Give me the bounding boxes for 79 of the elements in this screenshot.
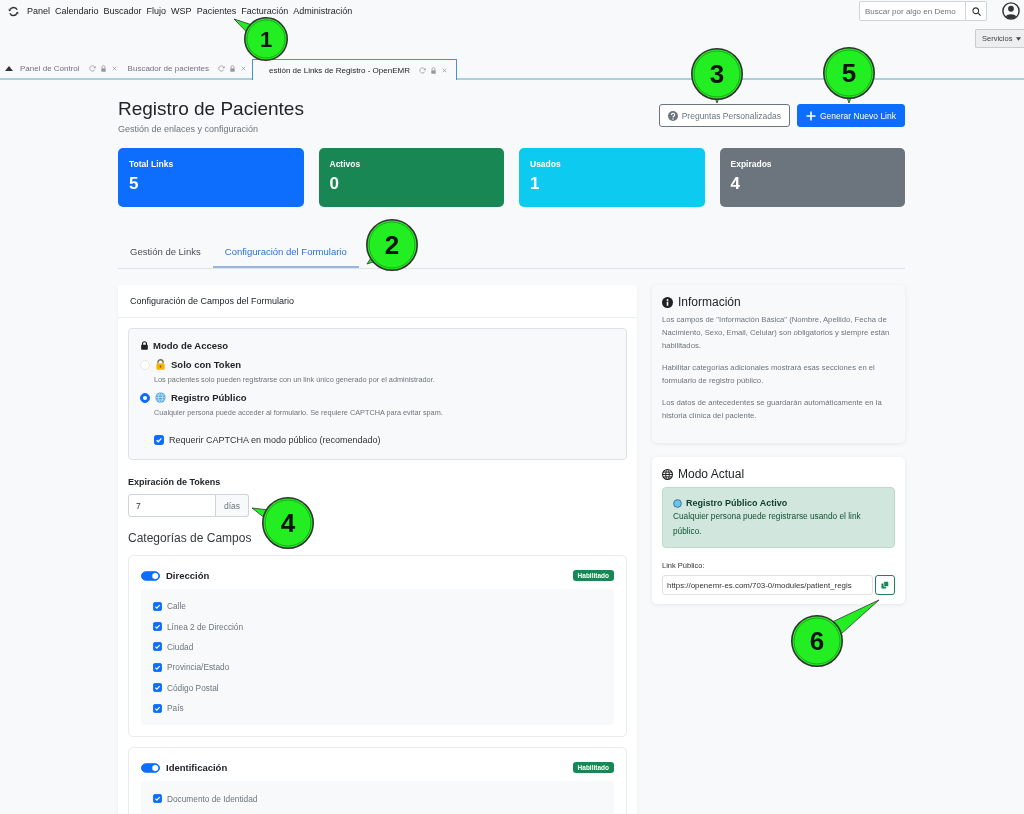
- card-header: Configuración de Campos del Formulario: [118, 285, 637, 318]
- option-label: Registro Público: [171, 392, 247, 403]
- checkbox[interactable]: [153, 662, 162, 672]
- option-label: Solo con Token: [171, 359, 242, 370]
- nav-menu-item[interactable]: Buscador: [103, 6, 142, 16]
- lock-icon[interactable]: [229, 65, 236, 72]
- browser-tab[interactable]: Buscador de pacientes: [122, 59, 252, 80]
- alert-title: Registro Público Activo: [686, 498, 788, 508]
- stat-value: 5: [129, 174, 140, 194]
- checkbox[interactable]: [153, 642, 162, 652]
- plus-icon: [805, 110, 816, 121]
- browser-tab[interactable]: estión de Links de Registro - OpenEMR: [252, 59, 457, 80]
- card-title: Información: [678, 295, 741, 309]
- checkbox[interactable]: [153, 622, 162, 632]
- circle-icon: [673, 498, 682, 508]
- search-button[interactable]: [966, 1, 987, 21]
- search-icon: [971, 6, 981, 16]
- globe-icon: [662, 468, 673, 480]
- nav-menu-item[interactable]: Panel: [27, 6, 51, 16]
- toggle-switch[interactable]: [141, 762, 160, 773]
- nav-menu-item[interactable]: Administración: [293, 6, 353, 16]
- circular-arrows-icon[interactable]: [8, 5, 19, 17]
- category-name: Identificación: [166, 762, 228, 774]
- section-tab[interactable]: Gestión de Links: [118, 237, 213, 268]
- stat-value: 0: [329, 174, 340, 194]
- user-avatar-icon[interactable]: [1002, 2, 1020, 20]
- field-option-label: Documento de Identidad: [167, 793, 258, 804]
- category-name: Dirección: [166, 570, 210, 581]
- question-circle-icon: [667, 110, 678, 121]
- copy-button[interactable]: [875, 575, 895, 595]
- stat-label: Activos: [329, 159, 362, 169]
- nav-menu-item[interactable]: Flujo: [146, 6, 167, 16]
- checkbox-label: Requerir CAPTCHA en modo público (recomendado): [169, 435, 381, 445]
- lock-icon[interactable]: [99, 65, 107, 72]
- nav-menu-item[interactable]: Pacientes: [196, 6, 237, 16]
- field-option-label: Línea 2 de Dirección: [167, 621, 244, 632]
- section-tab[interactable]: Configuración del Formulario: [212, 237, 359, 268]
- field-label: Expiración de Tokens: [128, 477, 221, 487]
- checkbox[interactable]: [153, 683, 162, 693]
- info-icon: [662, 296, 673, 308]
- field-option-label: País: [167, 703, 184, 714]
- page-subtitle: Gestión de enlaces y configuración: [118, 124, 260, 134]
- section-heading: Modo de Acceso: [153, 340, 229, 351]
- checkbox[interactable]: [153, 601, 162, 611]
- checkbox[interactable]: [153, 794, 162, 804]
- search-field[interactable]: Buscar por algo en Demo: [859, 1, 966, 21]
- stat-label: Usados: [530, 159, 562, 169]
- field-option-label: Provincia/Estado: [167, 662, 230, 673]
- card-title: Modo Actual: [678, 467, 745, 481]
- input-addon: días: [216, 494, 250, 517]
- radio-button[interactable]: [140, 392, 150, 403]
- caret-down-icon: [1016, 36, 1022, 41]
- page-title: Registro de Pacientes: [118, 97, 304, 121]
- stat-label: Expirados: [730, 159, 773, 169]
- callout-marker: 2: [365, 218, 419, 272]
- globe-icon: [155, 392, 166, 403]
- stat-value: 4: [730, 174, 741, 194]
- checkbox[interactable]: [153, 703, 162, 713]
- browser-tab[interactable]: Panel de Control: [15, 59, 123, 80]
- custom-questions-button[interactable]: Preguntas Personalizadas: [658, 104, 790, 127]
- lock-icon: [140, 341, 149, 350]
- lock-icon[interactable]: [429, 66, 437, 74]
- toggle-switch[interactable]: [141, 570, 160, 581]
- lock-icon: [155, 359, 166, 370]
- field-option-label: Calle: [167, 601, 186, 612]
- section-heading: Categorías de Campos: [128, 531, 252, 545]
- field-option-label: Ciudad: [167, 641, 194, 652]
- generate-link-button[interactable]: Generar Nuevo Link: [796, 104, 905, 127]
- nav-menu-item[interactable]: Facturación: [241, 6, 289, 16]
- stat-value: 1: [530, 174, 541, 194]
- nav-menu-item[interactable]: WSP: [171, 6, 192, 16]
- token-expiration-input[interactable]: 7: [128, 494, 216, 517]
- nav-menu-item[interactable]: Calendario: [55, 6, 99, 16]
- field-option-label: Código Postal: [167, 682, 219, 693]
- alert-text: Cualquier persona puede registrarse usando el link público.: [673, 510, 862, 538]
- stat-label: Total Links: [129, 159, 175, 169]
- caret-up-icon[interactable]: [4, 66, 13, 71]
- copy-icon: [881, 581, 889, 589]
- checkbox[interactable]: [154, 435, 164, 445]
